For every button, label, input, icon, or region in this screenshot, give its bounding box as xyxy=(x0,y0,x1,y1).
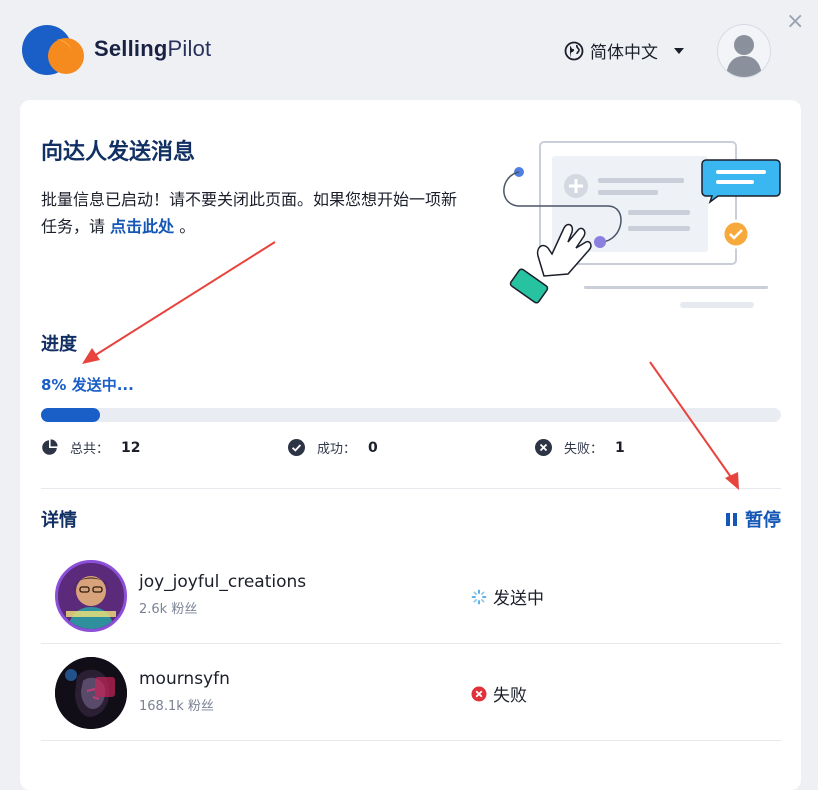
task-description: 批量信息已启动！请不要关闭此页面。如果您想开始一项新任务，请 点击此处 。 xyxy=(41,186,461,240)
progress-bar-fill xyxy=(41,408,101,422)
details-label: 详情 xyxy=(41,510,77,531)
profile-photo xyxy=(55,657,127,729)
language-selector[interactable]: 简体中文 xyxy=(564,38,684,63)
pie-chart-icon xyxy=(42,439,58,455)
user-avatar[interactable] xyxy=(717,24,771,78)
error-circle-icon xyxy=(471,686,487,701)
list-item: mournsyfn 168.1k 粉丝 失败 xyxy=(41,643,781,739)
progress-label: 进度 xyxy=(41,334,77,355)
profile-photo xyxy=(58,563,124,629)
page-title: 向达人发送消息 xyxy=(41,140,196,165)
follower-count: 168.1k 粉丝 xyxy=(139,699,214,714)
stat-success-label: 成功： xyxy=(317,442,357,457)
start-new-task-link[interactable]: 点击此处 xyxy=(110,217,174,236)
list-item: joy_joyful_creations 2.6k 粉丝 发送中 xyxy=(41,546,781,642)
pause-button[interactable]: 暂停 xyxy=(726,506,781,532)
status-label: 失败 xyxy=(493,686,527,706)
brand-name: SellingPilot xyxy=(94,36,211,62)
check-circle-icon xyxy=(288,439,305,456)
username: joy_joyful_creations xyxy=(139,572,307,592)
status: 发送中 xyxy=(471,584,544,609)
status: 失败 xyxy=(471,681,527,706)
pause-icon xyxy=(726,512,737,526)
language-label: 简体中文 xyxy=(590,43,658,63)
stat-total-value: 12 xyxy=(121,439,141,456)
status-label: 发送中 xyxy=(493,589,544,609)
close-icon[interactable]: × xyxy=(786,11,804,33)
stat-total: 总共： 12 xyxy=(41,438,141,457)
stat-failed: 失败： 1 xyxy=(535,438,625,457)
brand-bold: Selling xyxy=(94,36,168,61)
header: SellingPilot 简体中文 × xyxy=(0,0,818,100)
stat-total-label: 总共： xyxy=(70,442,110,457)
pause-label: 暂停 xyxy=(745,510,781,531)
stat-success-value: 0 xyxy=(368,439,378,456)
progress-status: 8% 发送中... xyxy=(41,376,134,394)
globe-icon xyxy=(564,41,584,60)
illustration xyxy=(503,141,781,308)
progress-bar xyxy=(41,408,781,422)
task-card: 向达人发送消息 批量信息已启动！请不要关闭此页面。如果您想开始一项新任务，请 点… xyxy=(20,100,801,790)
stat-failed-value: 1 xyxy=(615,439,625,456)
description-end: 。 xyxy=(174,217,196,236)
avatar[interactable] xyxy=(55,560,127,632)
logo-icon xyxy=(22,25,84,75)
stat-success: 成功： 0 xyxy=(288,438,378,457)
x-circle-icon xyxy=(535,439,552,456)
username: mournsyfn xyxy=(139,669,230,689)
brand-light: Pilot xyxy=(167,36,212,61)
avatar[interactable] xyxy=(55,657,127,729)
follower-count: 2.6k 粉丝 xyxy=(139,602,198,617)
stat-failed-label: 失败： xyxy=(564,442,604,457)
divider xyxy=(41,488,781,489)
divider xyxy=(41,740,781,741)
spinner-icon xyxy=(471,589,487,604)
chevron-down-icon xyxy=(674,47,684,54)
description-text: 批量信息已启动！请不要关闭此页面。如果您想开始一项新任务，请 xyxy=(41,190,458,236)
user-avatar-icon xyxy=(726,35,762,77)
